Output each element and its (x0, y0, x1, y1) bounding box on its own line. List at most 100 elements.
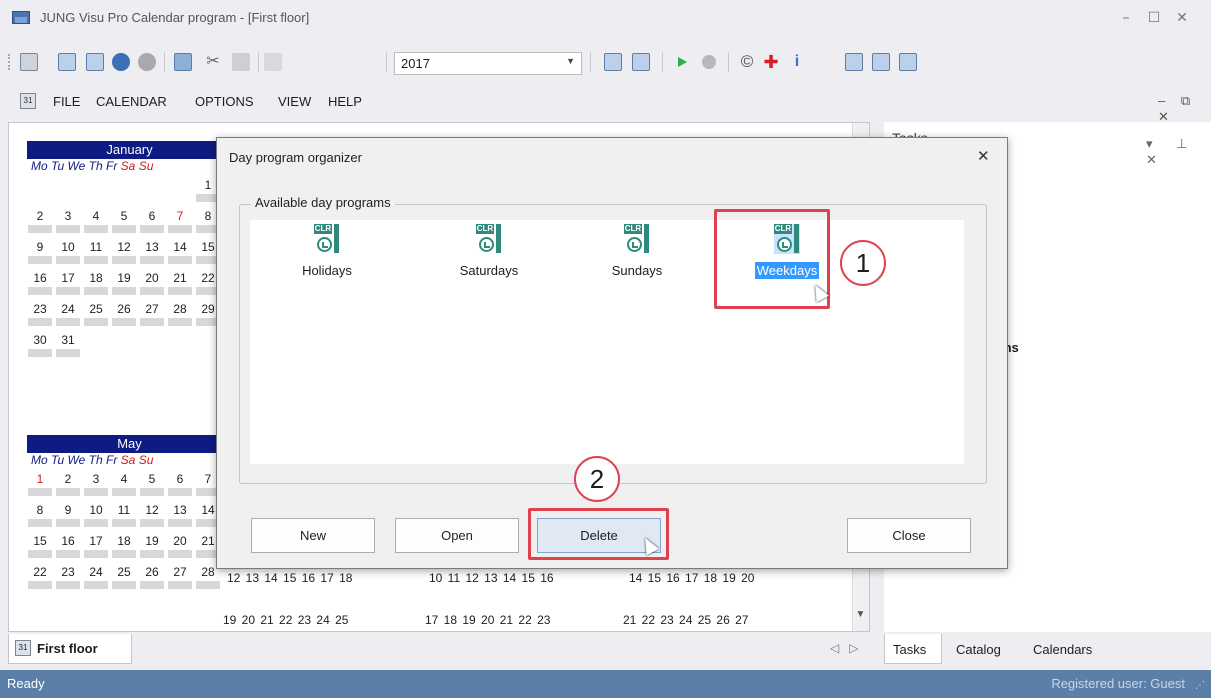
day-cell[interactable]: 31 (55, 333, 81, 347)
panel-controls[interactable]: ▾ ⊥ ✕ (1146, 136, 1211, 168)
play-icon[interactable] (678, 57, 687, 67)
menu-options[interactable]: OPTIONS (195, 94, 254, 109)
day-cell[interactable]: 10 (55, 240, 81, 254)
new-icon[interactable] (20, 53, 38, 71)
menu-file[interactable]: FILE (53, 94, 80, 109)
menu-calendar[interactable]: CALENDAR (96, 94, 167, 109)
day-cell[interactable]: 20 (139, 271, 165, 285)
day-cell[interactable]: 24 (83, 565, 109, 579)
day-cell[interactable]: 15 (27, 534, 53, 548)
stop-icon[interactable] (702, 55, 716, 69)
new-button[interactable]: New (251, 518, 375, 553)
day-cell[interactable]: 12 (139, 503, 165, 517)
add-icon[interactable]: ✚ (762, 53, 780, 71)
week-row: 1 (27, 175, 232, 206)
calendar-list-icon[interactable] (632, 53, 650, 71)
tab-tasks[interactable]: Tasks (893, 642, 926, 657)
day-cell[interactable]: 5 (139, 472, 165, 486)
day-cell[interactable]: 26 (139, 565, 165, 579)
dialog-close-icon[interactable]: ✕ (977, 147, 990, 165)
day-cell[interactable]: 6 (167, 472, 193, 486)
day-cell[interactable]: 28 (167, 302, 193, 316)
day-cell[interactable]: 13 (167, 503, 193, 517)
day-cell[interactable]: 19 (139, 534, 165, 548)
tab-first-floor[interactable]: 31 First floor (8, 634, 132, 664)
cut-icon[interactable]: ✂ (204, 53, 222, 71)
clock-icon[interactable] (112, 53, 130, 71)
day-cell[interactable]: 27 (167, 565, 193, 579)
mdi-window-controls[interactable]: – ⧉ ✕ (1158, 93, 1211, 125)
day-cell[interactable]: 9 (27, 240, 53, 254)
tab-catalog[interactable]: Catalog (956, 642, 1001, 657)
day-cell[interactable]: 11 (111, 503, 137, 517)
day-cell[interactable]: 2 (27, 209, 53, 223)
day-cell[interactable]: 19 (111, 271, 137, 285)
day-cell[interactable]: 4 (111, 472, 137, 486)
tab-calendars[interactable]: Calendars (1033, 642, 1092, 657)
toolbar-separator (590, 52, 591, 72)
day-cell[interactable]: 2 (55, 472, 81, 486)
calendar-tool-icon[interactable] (174, 53, 192, 71)
day-cell[interactable]: 10 (83, 503, 109, 517)
day-cell[interactable]: 3 (83, 472, 109, 486)
day-cell[interactable]: 30 (27, 333, 53, 347)
day-cell[interactable]: 13 (139, 240, 165, 254)
program-sundays[interactable]: CLR Sundays (592, 224, 682, 279)
day-cell[interactable]: 22 (27, 565, 53, 579)
day-cell[interactable]: 25 (83, 302, 109, 316)
day-cell[interactable]: 6 (139, 209, 165, 223)
view1-icon[interactable] (845, 53, 863, 71)
day-program-bar (28, 519, 52, 527)
day-program-bar (56, 488, 80, 496)
day-cell[interactable]: 7 (167, 209, 193, 223)
day-cell[interactable]: 16 (55, 534, 81, 548)
day-cell[interactable]: 3 (55, 209, 81, 223)
close-button[interactable]: Close (847, 518, 971, 553)
day-cell[interactable]: 1 (27, 472, 53, 486)
calendar-edit-icon[interactable] (86, 53, 104, 71)
day-cell[interactable]: 9 (55, 503, 81, 517)
paste-gray-icon[interactable] (264, 53, 282, 71)
open-button[interactable]: Open (395, 518, 519, 553)
toolbar-grip[interactable] (8, 54, 11, 70)
program-holidays[interactable]: CLR Holidays (282, 224, 372, 279)
day-cell[interactable]: 27 (139, 302, 165, 316)
day-cell[interactable]: 23 (27, 302, 53, 316)
day-cell[interactable]: 8 (27, 503, 53, 517)
year-select-value: 2017 (401, 56, 430, 71)
day-cell[interactable]: 23 (55, 565, 81, 579)
close-window-button[interactable]: ✕ (1162, 5, 1202, 31)
day-cell[interactable]: 4 (83, 209, 109, 223)
day-cell[interactable]: 25 (111, 565, 137, 579)
day-cell[interactable]: 14 (167, 240, 193, 254)
menu-view[interactable]: VIEW (278, 94, 311, 109)
day-cell[interactable]: 18 (83, 271, 109, 285)
menu-help[interactable]: HELP (328, 94, 362, 109)
day-cell[interactable]: 12 (111, 240, 137, 254)
day-cell[interactable]: 20 (167, 534, 193, 548)
tab-navigation-arrows[interactable]: ◁▷ (830, 641, 868, 655)
day-cell[interactable]: 17 (55, 271, 81, 285)
resize-grip-icon[interactable]: ⋰ (1195, 680, 1205, 691)
day-cell[interactable]: 17 (83, 534, 109, 548)
view2-icon[interactable] (872, 53, 890, 71)
list-icon[interactable] (604, 53, 622, 71)
clock-gray-icon[interactable] (138, 53, 156, 71)
program-saturdays[interactable]: CLR Saturdays (444, 224, 534, 279)
step-callout-2: 2 (574, 456, 620, 502)
calendar-menu-icon[interactable]: 31 (20, 93, 36, 109)
calendar-31-icon[interactable] (58, 53, 76, 71)
scroll-down-icon[interactable]: ▼ (852, 605, 869, 625)
day-cell[interactable]: 16 (27, 271, 53, 285)
copyright-icon[interactable]: © (738, 53, 756, 71)
day-cell[interactable]: 24 (55, 302, 81, 316)
day-cell[interactable]: 18 (111, 534, 137, 548)
day-cell[interactable]: 21 (167, 271, 193, 285)
year-select[interactable]: 2017 ▼ (394, 52, 582, 75)
paste-icon[interactable] (232, 53, 250, 71)
day-cell[interactable]: 11 (83, 240, 109, 254)
view3-icon[interactable] (899, 53, 917, 71)
day-cell[interactable]: 5 (111, 209, 137, 223)
info-icon[interactable]: i (788, 53, 806, 71)
day-cell[interactable]: 26 (111, 302, 137, 316)
